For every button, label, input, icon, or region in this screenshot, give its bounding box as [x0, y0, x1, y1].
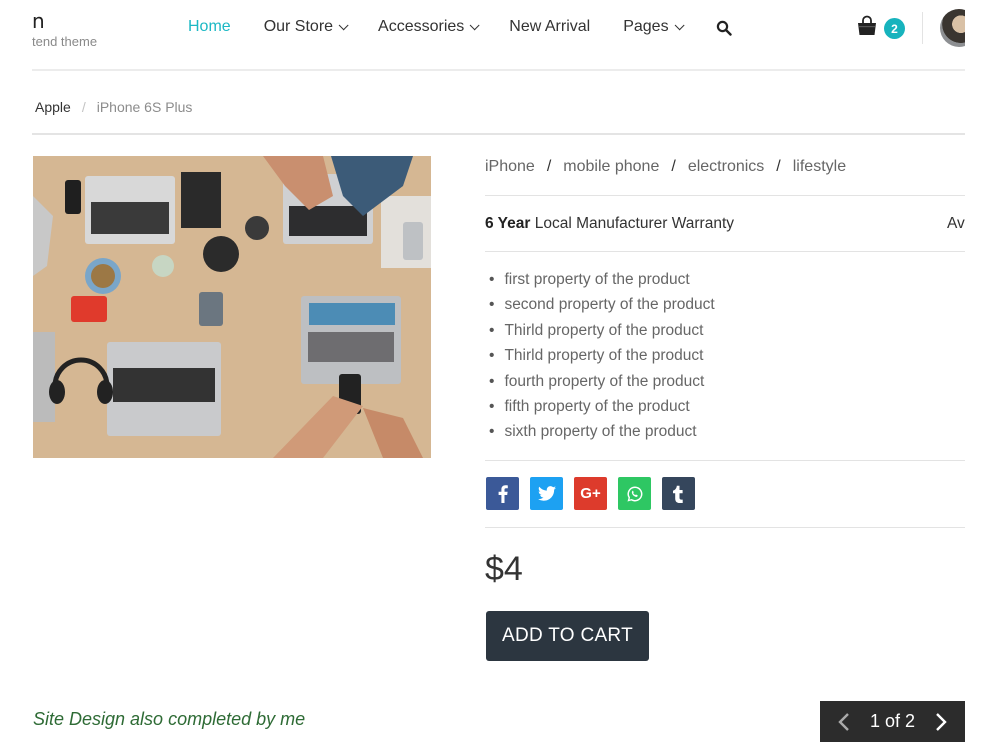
tag-separator: / — [546, 158, 552, 175]
google-plus-share-button[interactable]: G+ — [574, 477, 607, 510]
tag-link[interactable]: electronics — [688, 158, 764, 175]
main-nav: Home Our Store Accessories New Arrival P… — [188, 18, 714, 36]
product-image[interactable] — [33, 156, 431, 458]
tag-link[interactable]: lifestyle — [793, 158, 846, 175]
product-price: $4 — [485, 550, 523, 588]
nav-item-our-store[interactable]: Our Store — [263, 18, 349, 36]
list-item: second property of the product — [489, 295, 714, 320]
twitter-icon — [537, 486, 556, 501]
warranty-info: 6 Year Local Manufacturer Warranty — [485, 215, 734, 233]
divider — [485, 251, 965, 252]
tumblr-icon — [673, 485, 683, 503]
page: n tend theme Home Our Store Accessories … — [0, 0, 965, 750]
breadcrumb-separator: / — [81, 99, 86, 115]
cart-count-badge: 2 — [884, 18, 905, 39]
breadcrumb-divider — [32, 133, 965, 135]
warranty-text: Local Manufacturer Warranty — [530, 215, 734, 232]
list-item: sixth property of the product — [489, 422, 715, 447]
list-item: Thirld property of the product — [489, 321, 715, 346]
brand-tagline: tend theme — [32, 34, 98, 49]
tag-link[interactable]: iPhone — [485, 158, 535, 175]
nav-item-pages[interactable]: Pages — [623, 18, 685, 36]
header-divider — [922, 12, 923, 44]
whatsapp-share-button[interactable] — [618, 477, 651, 510]
brand-name[interactable]: n — [32, 9, 45, 33]
nav-item-new-arrival[interactable]: New Arrival — [509, 18, 590, 36]
list-item: fourth property of the product — [489, 372, 715, 397]
nav-label: Home — [188, 18, 231, 35]
chevron-left-icon — [838, 712, 849, 731]
list-item: fifth property of the product — [489, 397, 715, 422]
nav-label: New Arrival — [509, 18, 591, 35]
product-tags: iPhone / mobile phone / electronics / lifestyl… — [485, 158, 846, 176]
list-item: Thirld property of the product — [489, 346, 715, 371]
product-properties: first property of the product second pro… — [489, 270, 715, 448]
next-page-button[interactable] — [929, 710, 953, 734]
header-divider-line — [32, 69, 965, 71]
search-icon[interactable] — [716, 20, 732, 36]
caption-note: Site Design also completed by me — [33, 709, 306, 729]
breadcrumb: Apple / iPhone 6S Plus — [35, 99, 192, 115]
tag-separator: / — [776, 158, 781, 175]
facebook-share-button[interactable] — [486, 477, 519, 510]
tag-link[interactable]: mobile phone — [563, 158, 659, 175]
nav-item-home[interactable]: Home — [188, 18, 231, 36]
warranty-years: 6 Year — [485, 215, 531, 232]
divider — [485, 195, 965, 196]
add-to-cart-button[interactable]: ADD TO CART — [486, 611, 649, 661]
list-item: first property of the product — [489, 270, 715, 295]
facebook-icon — [498, 484, 508, 503]
avatar[interactable] — [940, 9, 965, 47]
breadcrumb-link-apple[interactable]: Apple — [35, 99, 71, 115]
availability-label: Av — [947, 215, 965, 232]
page-indicator: 1 of 2 — [869, 711, 916, 731]
nav-label: Pages — [623, 18, 669, 35]
shopping-bag-icon[interactable] — [856, 15, 878, 37]
twitter-share-button[interactable] — [530, 477, 563, 510]
whatsapp-icon — [627, 486, 642, 501]
google-plus-icon: G+ — [580, 485, 601, 502]
chevron-right-icon — [936, 712, 947, 731]
breadcrumb-current: iPhone 6S Plus — [96, 99, 193, 115]
divider — [485, 460, 965, 461]
chevron-down-icon — [674, 19, 685, 30]
chevron-down-icon — [338, 19, 349, 30]
chevron-down-icon — [469, 19, 480, 30]
nav-label: Accessories — [378, 18, 465, 35]
pager: 1 of 2 — [820, 701, 965, 742]
tag-separator: / — [671, 158, 676, 175]
previous-page-button[interactable] — [832, 710, 856, 734]
nav-label: Our Store — [263, 18, 334, 35]
nav-item-accessories[interactable]: Accessories — [378, 18, 480, 36]
divider — [485, 527, 965, 528]
tumblr-share-button[interactable] — [662, 477, 695, 510]
